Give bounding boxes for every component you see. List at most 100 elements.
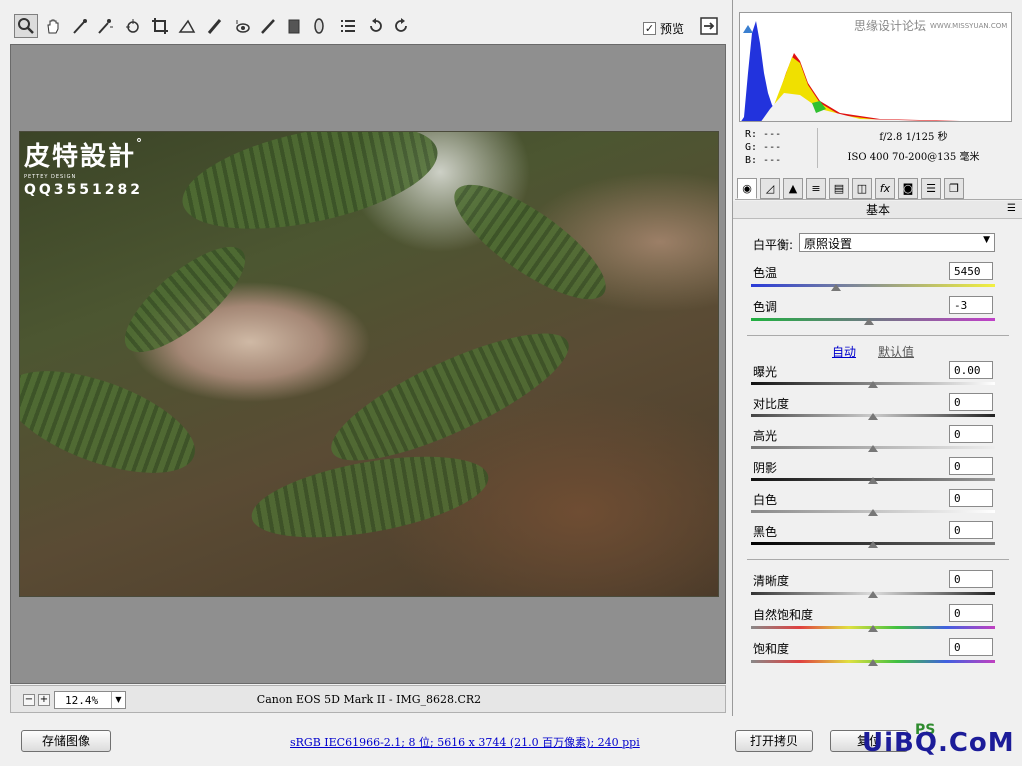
watermark-sub: PETTEY DESIGN bbox=[24, 174, 77, 180]
divider bbox=[747, 559, 1009, 560]
whites-slider-knob[interactable] bbox=[868, 509, 878, 516]
vibrance-label: 自然饱和度 bbox=[753, 608, 814, 622]
fern-leaf bbox=[439, 165, 621, 319]
watermark-registered: ° bbox=[136, 136, 145, 150]
red-eye-icon[interactable] bbox=[230, 14, 254, 38]
save-image-button[interactable]: 存储图像 bbox=[21, 730, 111, 752]
highlights-input[interactable]: 0 bbox=[949, 425, 993, 443]
tab-basic-icon[interactable]: ◉ bbox=[737, 178, 757, 199]
fern-leaf bbox=[173, 132, 447, 249]
status-bar: − + 12.4% ▼ Canon EOS 5D Mark II - IMG_8… bbox=[10, 685, 726, 713]
histogram: 思缘设计论坛 WWW.MISSYUAN.COM bbox=[739, 12, 1012, 122]
preview-label: 预览 bbox=[660, 22, 685, 36]
panel-tabs: ◉ ◿ ▲ ≡ ▤ ◫ fx ◙ ☰ ❐ bbox=[735, 178, 1022, 200]
rotate-right-icon[interactable] bbox=[389, 14, 413, 38]
shadows-slider-knob[interactable] bbox=[868, 477, 878, 484]
vibrance-slider-knob[interactable] bbox=[868, 625, 878, 632]
contrast-slider-knob[interactable] bbox=[868, 413, 878, 420]
tab-presets-icon[interactable]: ☰ bbox=[921, 178, 941, 199]
saturation-label: 饱和度 bbox=[753, 642, 790, 656]
color-sampler-icon[interactable] bbox=[93, 14, 117, 38]
tint-input[interactable]: -3 bbox=[949, 296, 993, 314]
image-metadata: R: --- G: --- B: --- f/2.8 1/125 秒 ISO 4… bbox=[745, 128, 1015, 170]
radial-filter-icon[interactable] bbox=[307, 14, 331, 38]
tab-lens-icon[interactable]: ◫ bbox=[852, 178, 872, 199]
crop-icon[interactable] bbox=[148, 14, 172, 38]
white-balance-value: 原照设置 bbox=[804, 237, 853, 251]
white-balance-icon[interactable] bbox=[68, 14, 92, 38]
histogram-watermark: 思缘设计论坛 bbox=[854, 19, 927, 33]
blacks-slider-knob[interactable] bbox=[868, 541, 878, 548]
right-panel: 思缘设计论坛 WWW.MISSYUAN.COM R: --- G: --- B:… bbox=[732, 0, 1022, 716]
tab-detail-icon[interactable]: ▲ bbox=[783, 178, 803, 199]
tint-slider-knob[interactable] bbox=[864, 318, 874, 325]
preview-checkbox[interactable]: ✓ bbox=[643, 22, 656, 35]
spot-removal-icon[interactable] bbox=[203, 14, 227, 38]
clarity-slider-knob[interactable] bbox=[868, 591, 878, 598]
rotate-left-icon[interactable] bbox=[364, 14, 388, 38]
tab-hsl-icon[interactable]: ≡ bbox=[806, 178, 826, 199]
clarity-label: 清晰度 bbox=[753, 574, 790, 588]
fern-leaf bbox=[20, 350, 208, 494]
straighten-icon[interactable] bbox=[175, 14, 199, 38]
toolbar: ✓ 预览 bbox=[0, 0, 732, 44]
tab-tone-curve-icon[interactable]: ◿ bbox=[760, 178, 780, 199]
shadows-label: 阴影 bbox=[753, 461, 778, 475]
whites-input[interactable]: 0 bbox=[949, 489, 993, 507]
panel-title: 基本 bbox=[733, 201, 1022, 219]
lens-info: ISO 400 70-200@135 毫米 bbox=[847, 152, 980, 163]
divider bbox=[747, 335, 1009, 336]
tab-camera-calibration-icon[interactable]: ◙ bbox=[898, 178, 918, 199]
adjustment-brush-icon[interactable] bbox=[256, 14, 280, 38]
blacks-input[interactable]: 0 bbox=[949, 521, 993, 539]
exposure-input[interactable]: 0.00 bbox=[949, 361, 993, 379]
target-adjust-icon[interactable] bbox=[121, 14, 145, 38]
tab-split-toning-icon[interactable]: ▤ bbox=[829, 178, 849, 199]
file-name-label: Canon EOS 5D Mark II - IMG_8628.CR2 bbox=[256, 693, 482, 706]
exposure-info: f/2.8 1/125 秒 bbox=[879, 132, 948, 143]
contrast-label: 对比度 bbox=[753, 397, 790, 411]
zoom-icon[interactable] bbox=[14, 14, 38, 38]
histogram-watermark-url: WWW.MISSYUAN.COM bbox=[930, 22, 1008, 30]
white-balance-select[interactable]: 原照设置 ▼ bbox=[799, 233, 995, 252]
blacks-label: 黑色 bbox=[753, 525, 778, 539]
temperature-slider[interactable] bbox=[751, 284, 995, 287]
contrast-input[interactable]: 0 bbox=[949, 393, 993, 411]
vibrance-input[interactable]: 0 bbox=[949, 604, 993, 622]
hand-icon[interactable] bbox=[41, 14, 65, 38]
temperature-label: 色温 bbox=[753, 266, 778, 280]
default-link[interactable]: 默认值 bbox=[878, 343, 914, 360]
workflow-options-link[interactable]: sRGB IEC61966-2.1; 8 位; 5616 x 3744 (21.… bbox=[290, 734, 640, 750]
auto-link[interactable]: 自动 bbox=[832, 343, 856, 360]
white-balance-label: 白平衡: bbox=[753, 238, 794, 252]
temperature-input[interactable]: 5450 bbox=[949, 262, 993, 280]
whites-label: 白色 bbox=[753, 493, 778, 507]
chevron-down-icon: ▼ bbox=[983, 235, 990, 245]
fern-leaf bbox=[109, 230, 261, 369]
image-canvas[interactable]: 皮特設計° PETTEY DESIGN QQ3551282 bbox=[10, 44, 726, 684]
preferences-icon[interactable] bbox=[336, 14, 360, 38]
shadows-input[interactable]: 0 bbox=[949, 457, 993, 475]
watermark-qq: QQ3551282 bbox=[24, 182, 143, 198]
shadow-clipping-icon[interactable] bbox=[743, 25, 753, 33]
clarity-input[interactable]: 0 bbox=[949, 570, 993, 588]
watermark-logo: 皮特設計° PETTEY DESIGN QQ3551282 bbox=[24, 136, 144, 198]
tab-effects-icon[interactable]: fx bbox=[875, 178, 895, 199]
graduated-filter-icon[interactable] bbox=[282, 14, 306, 38]
panel-menu-icon[interactable]: ☰ bbox=[1007, 203, 1016, 214]
preview-toggle[interactable]: ✓ 预览 bbox=[643, 20, 684, 37]
highlights-slider-knob[interactable] bbox=[868, 445, 878, 452]
exposure-label: 曝光 bbox=[753, 365, 778, 379]
tint-label: 色调 bbox=[753, 300, 778, 314]
exposure-slider-knob[interactable] bbox=[868, 381, 878, 388]
watermark-brand: 皮特設計 bbox=[24, 142, 137, 172]
site-logo: UiBQ.CoM bbox=[862, 728, 1015, 758]
highlights-label: 高光 bbox=[753, 429, 778, 443]
saturation-slider-knob[interactable] bbox=[868, 659, 878, 666]
open-copy-button[interactable]: 打开拷贝 bbox=[735, 730, 813, 752]
tab-snapshots-icon[interactable]: ❐ bbox=[944, 178, 964, 199]
temperature-slider-knob[interactable] bbox=[831, 284, 841, 291]
fullscreen-icon[interactable] bbox=[699, 16, 719, 36]
photo-preview: 皮特設計° PETTEY DESIGN QQ3551282 bbox=[19, 131, 719, 597]
saturation-input[interactable]: 0 bbox=[949, 638, 993, 656]
